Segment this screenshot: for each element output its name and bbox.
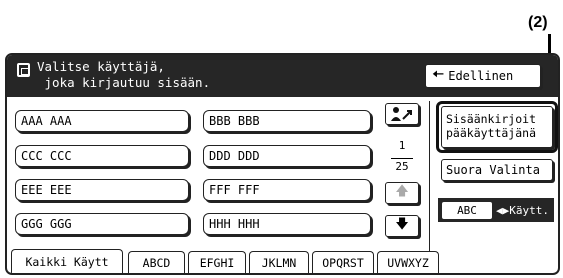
page-total: 25 xyxy=(395,160,409,173)
admin-login-label: Sisäänkirjoit pääkäyttäjänä xyxy=(446,112,537,140)
admin-login-button[interactable]: Sisäänkirjoit pääkäyttäjänä xyxy=(441,106,553,148)
tab-baseline xyxy=(7,274,558,275)
scroll-up-icon: 🡅 xyxy=(395,184,409,199)
user-button-ccc[interactable]: CCC CCC xyxy=(15,145,189,167)
tab-jklmn[interactable]: JKLMN xyxy=(249,251,309,273)
back-button[interactable]: 🠤 Edellinen xyxy=(425,64,541,88)
scroll-up-button[interactable]: 🡅 xyxy=(385,182,419,204)
user-button-ddd[interactable]: DDD DDD xyxy=(203,145,371,167)
column-separator xyxy=(429,101,430,253)
index-tabs: Kaikki Käytt ABCD EFGHI JKLMN OPQRST UVW… xyxy=(7,249,558,275)
tab-opqrst[interactable]: OPQRST xyxy=(312,251,374,273)
scroll-down-button[interactable]: 🡇 xyxy=(385,215,419,237)
user-button-hhh[interactable]: HHH HHH xyxy=(203,213,371,235)
user-button-aaa[interactable]: AAA AAA xyxy=(15,110,189,132)
panel-header: Valitse käyttäjä, joka kirjautuu sisään.… xyxy=(7,55,558,97)
user-button-eee[interactable]: EEE EEE xyxy=(15,179,189,201)
abc-toggle-button[interactable]: ABC xyxy=(442,202,492,219)
user-swap-icon xyxy=(391,107,412,121)
tab-abcd[interactable]: ABCD xyxy=(128,251,185,273)
left-right-arrow-icon: ◀▶ xyxy=(496,204,510,217)
user-button-ggg[interactable]: GGG GGG xyxy=(15,213,189,235)
tab-all-users[interactable]: Kaikki Käytt xyxy=(11,249,123,273)
tab-uvwxyz[interactable]: UVWXYZ xyxy=(377,251,439,273)
back-button-label: Edellinen xyxy=(448,69,514,83)
tab-efghi[interactable]: EFGHI xyxy=(188,251,246,273)
header-title: Valitse käyttäjä, joka kirjautuu sisään. xyxy=(37,59,211,90)
kayt-toggle-label: Käytt. xyxy=(509,204,549,217)
user-button-bbb[interactable]: BBB BBB xyxy=(203,110,371,132)
callout-label: (2) xyxy=(528,14,548,31)
page-divider xyxy=(391,158,413,159)
user-button-fff[interactable]: FFF FFF xyxy=(203,179,371,201)
back-arrow-icon: 🠤 xyxy=(432,64,445,83)
page-current: 1 xyxy=(398,139,406,152)
user-select-icon xyxy=(17,63,30,77)
user-select-panel: Valitse käyttäjä, joka kirjautuu sisään.… xyxy=(5,53,560,275)
kayt-toggle-button[interactable]: ◀▶Käytt. xyxy=(496,202,552,219)
scroll-down-icon: 🡇 xyxy=(395,217,409,232)
direct-select-button[interactable]: Suora Valinta xyxy=(441,159,553,181)
user-swap-button[interactable] xyxy=(385,103,419,125)
